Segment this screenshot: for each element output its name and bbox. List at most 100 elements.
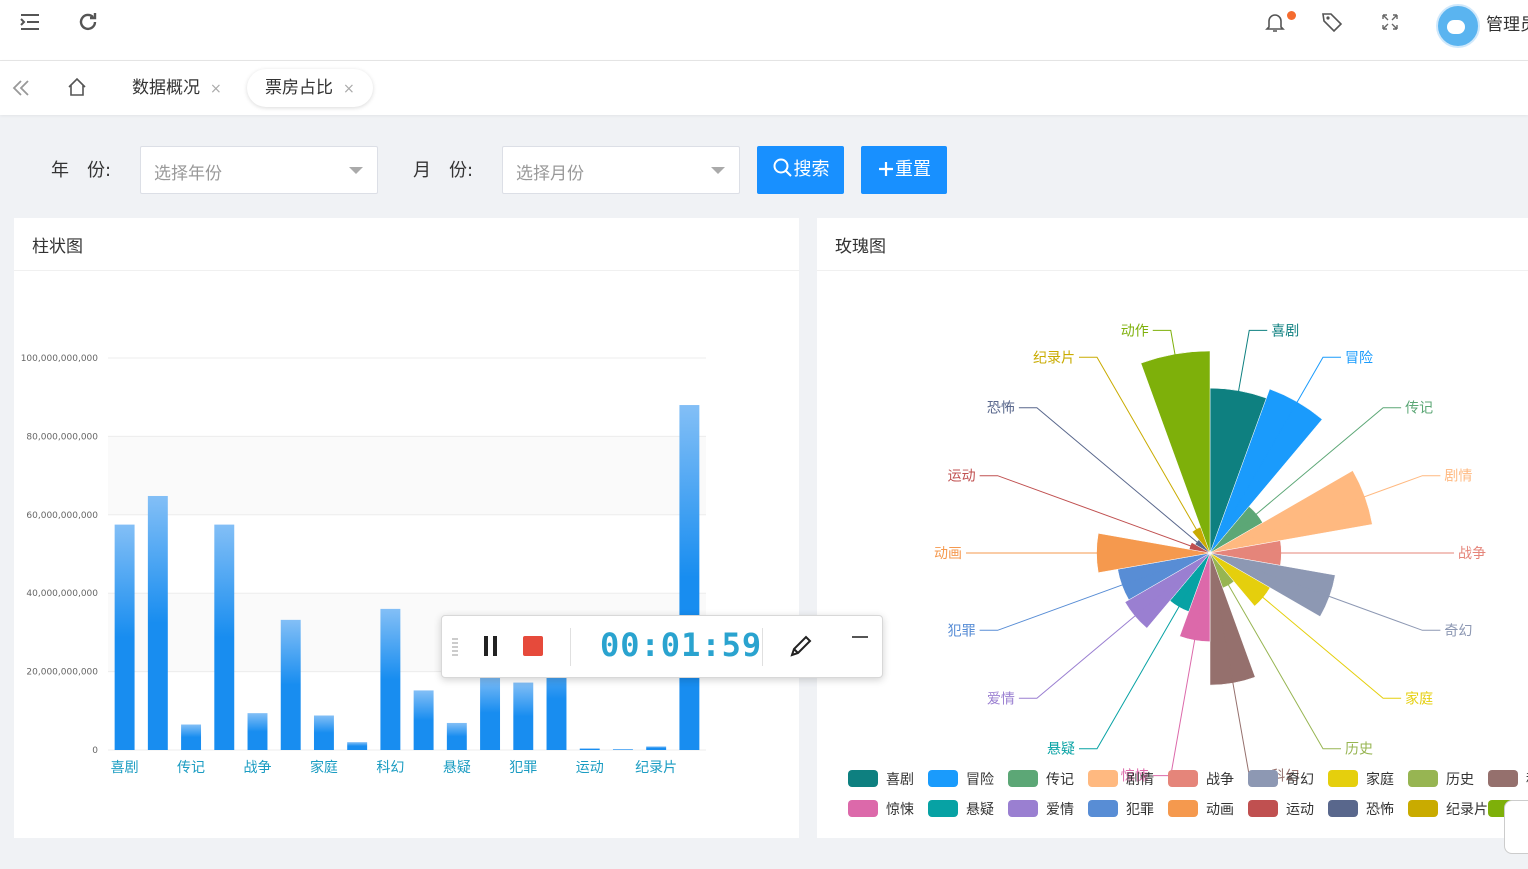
- slice-label: 历史: [1345, 742, 1373, 758]
- slice-label: 运动: [948, 469, 976, 485]
- screen-recorder-widget[interactable]: 00:01:59: [441, 615, 883, 678]
- drag-handle-icon[interactable]: [452, 638, 458, 656]
- x-tick-label: 喜剧: [111, 760, 139, 776]
- stop-icon[interactable]: [523, 636, 543, 656]
- rose-chart-card: 玫瑰图 喜剧 冒险 传记 剧情 战争 奇幻 家庭 历史 科幻 惊悚 悬疑 爱情 犯罪 动画 运动 恐怖 纪录片动…: [817, 218, 1528, 838]
- recording-timer: 00:01:59: [600, 626, 763, 664]
- slice-label: 家庭: [1405, 690, 1433, 707]
- divider: [762, 628, 763, 666]
- slice-label: 喜剧: [1271, 323, 1299, 339]
- bar: [181, 724, 202, 750]
- slice-label: 犯罪: [948, 623, 976, 639]
- legend-swatch: [1168, 800, 1198, 817]
- pen-icon[interactable]: [788, 633, 814, 659]
- y-tick-label: 40,000,000,000: [26, 589, 98, 599]
- legend-label: 惊悚: [886, 802, 914, 818]
- legend-swatch: [1088, 800, 1118, 817]
- tab-data-overview[interactable]: 数据概况 ×: [114, 69, 240, 107]
- bar: [446, 722, 467, 750]
- legend-swatch: [1088, 770, 1118, 787]
- legend-swatch: [1168, 770, 1198, 787]
- floating-widget[interactable]: [1504, 800, 1528, 854]
- x-tick-label: 纪录片: [635, 760, 677, 776]
- home-icon[interactable]: [66, 76, 88, 102]
- month-select[interactable]: 选择月份: [502, 146, 740, 194]
- label-line: [979, 475, 1199, 550]
- legend-swatch: [1488, 770, 1518, 787]
- bar: [313, 715, 334, 750]
- minimize-icon[interactable]: [852, 636, 868, 638]
- grid-band: [108, 436, 706, 515]
- slice-label: 爱情: [987, 691, 1015, 707]
- bar-chart: 0 20,000,000,000 40,000,000,000 60,000,000,…: [21, 354, 706, 776]
- legend-label: 恐怖: [1366, 801, 1394, 818]
- close-icon[interactable]: ×: [343, 81, 355, 97]
- y-tick-label: 60,000,000,000: [26, 511, 98, 521]
- legend-swatch: [1248, 800, 1278, 817]
- pause-icon[interactable]: [483, 636, 499, 656]
- x-tick-label: 犯罪: [509, 760, 537, 776]
- legend-swatch: [1008, 770, 1038, 787]
- legend-label: 家庭: [1366, 771, 1394, 788]
- year-select[interactable]: 选择年份: [140, 146, 378, 194]
- search-button-label: 搜索: [793, 159, 830, 180]
- card-title: 柱状图: [32, 237, 83, 257]
- legend-label: 剧情: [1126, 772, 1154, 788]
- month-label: 月 份:: [413, 160, 474, 181]
- user-name[interactable]: 管理员: [1486, 10, 1528, 35]
- double-chevron-left-icon[interactable]: [10, 77, 32, 103]
- legend-swatch: [848, 800, 878, 817]
- y-tick-label: 0: [92, 746, 98, 756]
- legend-swatch: [1408, 800, 1438, 817]
- fullscreen-icon[interactable]: [1378, 10, 1402, 34]
- notification-badge: [1287, 11, 1296, 20]
- rose-chart: 喜剧冒险传记剧情战争奇幻家庭历史科幻惊悚悬疑爱情犯罪动画运动恐怖纪录片动作喜剧冒…: [848, 323, 1528, 818]
- search-button[interactable]: 搜索: [757, 146, 844, 194]
- bar: [280, 619, 301, 750]
- bar: [347, 742, 368, 750]
- close-icon[interactable]: ×: [210, 81, 222, 97]
- y-tick-label: 20,000,000,000: [26, 668, 98, 678]
- slice-label: 战争: [1458, 546, 1486, 562]
- tab-label: 票房占比: [265, 78, 333, 98]
- legend-swatch: [1328, 800, 1358, 817]
- bar: [114, 524, 135, 750]
- legend-label: 战争: [1206, 772, 1234, 788]
- refresh-icon[interactable]: [76, 10, 100, 34]
- slice-label: 传记: [1405, 401, 1433, 417]
- bar: [579, 748, 600, 750]
- top-bar: 管理员: [0, 0, 1528, 61]
- bar: [147, 495, 168, 750]
- card-title: 玫瑰图: [835, 237, 886, 257]
- year-label: 年 份:: [51, 160, 112, 181]
- y-tick-label: 80,000,000,000: [26, 432, 98, 442]
- bar-chart-card: 柱状图 0 20,000,000,000 40,000,000,000 60,000,…: [14, 218, 799, 838]
- plus-icon: [879, 162, 893, 176]
- legend-label: 犯罪: [1126, 802, 1154, 818]
- search-icon: [773, 158, 792, 177]
- bell-icon[interactable]: [1263, 10, 1287, 34]
- slice-label: 动作: [1121, 323, 1149, 339]
- tag-icon[interactable]: [1320, 10, 1344, 34]
- avatar[interactable]: [1436, 4, 1480, 48]
- x-tick-label: 传记: [177, 760, 205, 776]
- tab-box-office-share[interactable]: 票房占比 ×: [247, 69, 373, 107]
- legend-label: 奇幻: [1286, 771, 1314, 788]
- legend-swatch: [1408, 770, 1438, 787]
- reset-button[interactable]: 重置: [861, 146, 947, 194]
- legend-swatch: [1248, 770, 1278, 787]
- legend-label: 爱情: [1046, 802, 1074, 818]
- slice-label: 动画: [934, 546, 962, 562]
- slice-label: 恐怖: [987, 400, 1015, 417]
- bar: [214, 524, 235, 750]
- menu-fold-icon[interactable]: [18, 10, 42, 34]
- x-tick-label: 战争: [244, 760, 272, 776]
- legend-label: 悬疑: [966, 802, 994, 818]
- legend-swatch: [1008, 800, 1038, 817]
- slice-label: 冒险: [1345, 350, 1373, 366]
- bar: [480, 675, 501, 750]
- legend-swatch: [928, 800, 958, 817]
- legend-label: 历史: [1446, 772, 1474, 788]
- caret-down-icon: [349, 167, 363, 174]
- legend-label: 纪录片: [1446, 802, 1488, 818]
